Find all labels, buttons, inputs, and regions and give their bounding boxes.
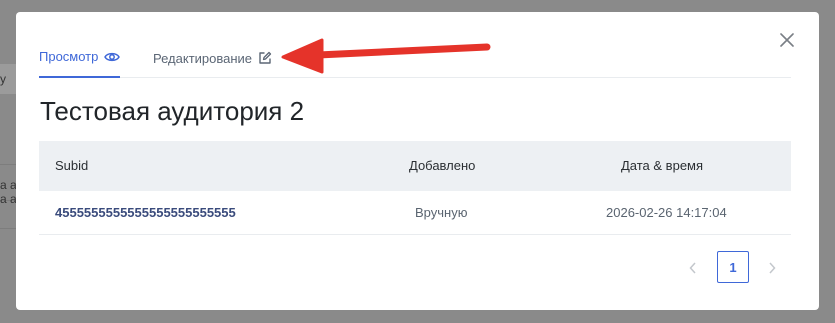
added-cell: Вручную (415, 205, 468, 220)
tab-view-label: Просмотр (39, 49, 99, 64)
datetime-cell: 2026-02-26 14:17:04 (606, 205, 727, 220)
chevron-left-icon (689, 262, 696, 274)
table-header: Subid Добавлено Дата & время (39, 141, 791, 191)
column-header-datetime: Дата & время (621, 158, 704, 173)
tab-view[interactable]: Просмотр (39, 38, 121, 78)
pagination-page-1[interactable]: 1 (717, 251, 749, 283)
background-text: у (0, 72, 6, 86)
pagination-prev-button[interactable] (681, 256, 705, 280)
chevron-right-icon (769, 262, 776, 274)
tab-edit-label: Редактирование (153, 50, 253, 66)
pagination-next-button[interactable] (760, 256, 784, 280)
column-header-subid: Subid (55, 158, 89, 173)
audience-modal: Просмотр Редактирование Тестовая аудитор… (16, 12, 819, 310)
subid-link[interactable]: 4555555555555555555555555 (55, 191, 236, 235)
edit-icon (259, 51, 272, 64)
tab-edit[interactable]: Редактирование (153, 38, 272, 78)
column-header-added: Добавлено (409, 158, 476, 173)
table-row: 4555555555555555555555555 Вручную 2026-0… (39, 191, 791, 235)
eye-icon (104, 52, 121, 61)
page-title: Тестовая аудитория 2 (40, 96, 305, 126)
background-divider (0, 228, 16, 229)
background-divider (0, 164, 16, 165)
modal-tabs: Просмотр Редактирование (39, 38, 791, 78)
